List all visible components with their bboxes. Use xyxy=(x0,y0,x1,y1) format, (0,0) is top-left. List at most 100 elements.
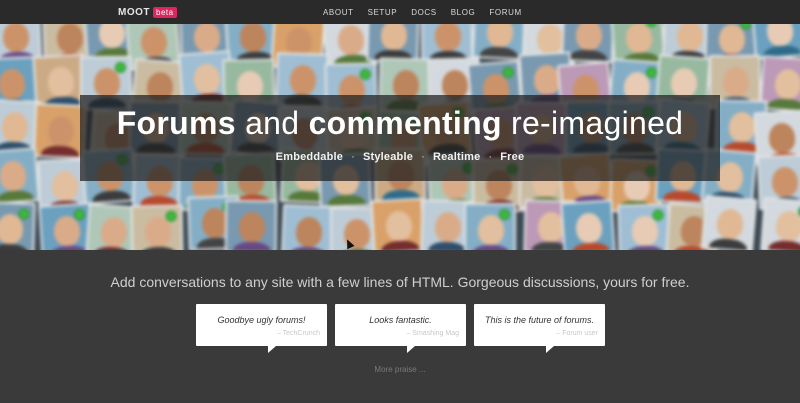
avatar-face-icon xyxy=(536,24,564,55)
avatar-face-icon xyxy=(47,66,75,98)
online-status-icon xyxy=(359,68,371,80)
avatar-body-icon xyxy=(0,243,29,250)
moot-logo[interactable]: MOOT beta xyxy=(118,7,177,18)
quote-card: Looks fantastic. – Smashing Mag xyxy=(335,304,466,353)
quote-text: Looks fantastic. xyxy=(369,315,432,325)
avatar-face-icon xyxy=(434,211,462,243)
quote-text: This is the future of forums. xyxy=(484,315,595,325)
avatar-face-icon xyxy=(239,24,267,53)
avatar-face-icon xyxy=(140,26,168,58)
avatar-tile xyxy=(617,203,671,250)
avatar-tile xyxy=(760,197,800,250)
quote-source: – TechCrunch xyxy=(276,330,320,337)
avatar-face-icon xyxy=(2,24,30,53)
avatar-body-icon xyxy=(92,189,132,205)
avatar-face-icon xyxy=(631,215,659,247)
avatar-face-icon xyxy=(722,66,750,98)
speech-tail-icon xyxy=(407,346,415,353)
avatar-face-icon xyxy=(289,64,317,96)
avatar-face-icon xyxy=(765,24,795,47)
hero-title-and: and xyxy=(245,105,300,141)
avatar-tile xyxy=(280,203,336,250)
avatar-body-icon xyxy=(380,239,420,250)
quote-source: – Forum user xyxy=(556,330,598,337)
avatar-tile xyxy=(130,204,184,250)
hero-title-commenting: commenting xyxy=(308,105,502,141)
praise-section: Add conversations to any site with a few… xyxy=(0,250,800,403)
avatar-tile xyxy=(32,102,88,160)
hero-banner: Forums and commenting re-imagined Embedd… xyxy=(80,95,720,181)
main-nav: ABOUT SETUP DOCS BLOG FORUM xyxy=(323,8,522,17)
online-status-icon xyxy=(114,61,126,73)
feature-free: Free xyxy=(500,151,525,163)
avatar-face-icon xyxy=(56,24,84,54)
avatar-face-icon xyxy=(238,211,266,243)
avatar-tile xyxy=(0,147,40,205)
nav-about-link[interactable]: ABOUT xyxy=(323,8,354,17)
avatar-face-icon xyxy=(0,159,28,192)
avatar-face-icon xyxy=(93,67,121,99)
speech-tail-icon xyxy=(268,346,276,353)
avatar-face-icon xyxy=(773,68,800,100)
tagline: Add conversations to any site with a few… xyxy=(110,274,690,290)
nav-forum-link[interactable]: FORUM xyxy=(489,8,521,17)
quote-card: Goodbye ugly forums! – TechCrunch xyxy=(196,304,327,353)
avatar-face-icon xyxy=(295,216,323,248)
feature-styleable: Styleable xyxy=(362,151,414,163)
avatar-face-icon xyxy=(575,212,603,244)
avatar-face-icon xyxy=(144,216,172,248)
avatar-body-icon xyxy=(479,46,519,61)
online-status-icon xyxy=(499,209,511,221)
avatar-tile xyxy=(463,202,517,250)
feature-embeddable: Embeddable xyxy=(275,151,344,163)
avatar-face-icon xyxy=(385,210,413,242)
avatar-tile xyxy=(0,201,36,250)
avatar-face-icon xyxy=(718,24,746,55)
online-status-icon xyxy=(652,209,664,221)
top-navigation-bar: MOOT beta ABOUT SETUP DOCS BLOG FORUM xyxy=(0,0,800,24)
avatar-face-icon xyxy=(771,166,799,198)
avatar-face-icon xyxy=(337,24,365,56)
avatar-body-icon xyxy=(232,241,271,250)
feature-separator: · xyxy=(421,151,425,163)
avatar-face-icon xyxy=(51,170,79,202)
online-status-icon xyxy=(502,66,515,79)
feature-separator: · xyxy=(351,151,355,163)
avatar-tile xyxy=(224,199,278,250)
avatar-body-icon xyxy=(767,239,800,250)
hero-title-reimagined: re-imagined xyxy=(511,105,684,141)
avatar-face-icon xyxy=(728,111,756,143)
quote-card: This is the future of forums. – Forum us… xyxy=(474,304,605,353)
nav-blog-link[interactable]: BLOG xyxy=(451,8,476,17)
online-status-icon xyxy=(645,66,658,79)
avatar-face-icon xyxy=(1,111,29,143)
feature-realtime: Realtime xyxy=(432,151,481,163)
avatar-face-icon xyxy=(477,214,505,246)
avatar-body-icon xyxy=(427,241,467,250)
more-praise-link[interactable]: More praise ... xyxy=(0,365,800,374)
beta-badge: beta xyxy=(153,7,177,18)
avatar-face-icon xyxy=(380,24,408,51)
avatar-tile xyxy=(700,194,758,250)
avatar-face-icon xyxy=(486,24,514,48)
nav-setup-link[interactable]: SETUP xyxy=(368,8,398,17)
online-status-icon xyxy=(18,208,30,220)
avatar-body-icon xyxy=(40,145,80,160)
quote-text: Goodbye ugly forums! xyxy=(217,315,306,325)
avatar-face-icon xyxy=(100,216,128,248)
hero-title-forums: Forums xyxy=(116,105,236,141)
avatar-face-icon xyxy=(434,24,462,52)
avatar-tile xyxy=(370,197,426,250)
hero-section: Forums and commenting re-imagined Embedd… xyxy=(0,24,800,250)
avatar-face-icon xyxy=(715,208,745,241)
brand-name: MOOT xyxy=(118,7,150,18)
avatar-face-icon xyxy=(192,63,222,95)
nav-docs-link[interactable]: DOCS xyxy=(411,8,437,17)
quote-source: – Smashing Mag xyxy=(406,330,459,337)
avatar-face-icon xyxy=(768,122,796,154)
avatar-face-icon xyxy=(715,161,745,194)
feature-list: Embeddable · Styleable · Realtime · Free xyxy=(80,151,720,163)
avatar-face-icon xyxy=(575,24,603,51)
avatar-face-icon xyxy=(0,68,26,100)
hero-title: Forums and commenting re-imagined xyxy=(80,105,720,142)
